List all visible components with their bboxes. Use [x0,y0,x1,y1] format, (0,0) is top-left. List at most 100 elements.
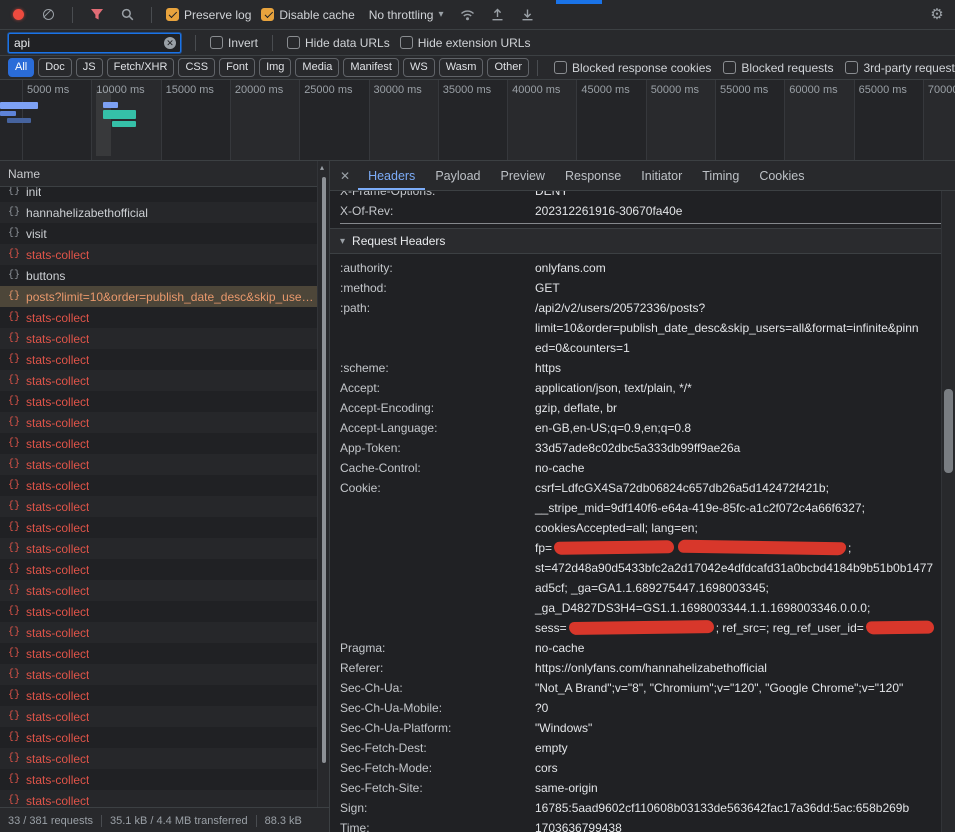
request-row[interactable]: {}stats-collect [0,496,329,517]
request-row[interactable]: {}stats-collect [0,769,329,790]
request-row[interactable]: {}stats-collect [0,517,329,538]
filter-toggle-button[interactable] [87,5,107,25]
request-row[interactable]: {} stats-collect [0,433,329,454]
tab-payload[interactable]: Payload [425,161,490,190]
filter-type-all[interactable]: All [8,58,34,77]
request-row[interactable]: {}stats-collect [0,412,329,433]
request-row[interactable]: {}stats-collect [0,538,329,559]
header-value-line: 1703636799438 [535,818,955,832]
filter-type-manifest[interactable]: Manifest [343,58,399,77]
header-value-text: _ga_D4827DS3H4=GS1.1.1698003344.1.1.1698… [535,601,870,615]
header-value: same-origin [535,778,955,798]
request-headers-section-header[interactable]: ▾ Request Headers [330,228,955,254]
timeline-label: 20000 ms [235,84,283,96]
request-row[interactable]: {}stats-collect [0,580,329,601]
json-file-icon: {} [8,354,20,365]
request-row[interactable]: {}stats-collect [0,790,329,807]
request-row[interactable]: {}posts?limit=10&order=publish_date_desc… [0,286,329,307]
tab-initiator[interactable]: Initiator [631,161,692,190]
request-row[interactable]: {}buttons [0,265,329,286]
tab-preview[interactable]: Preview [491,161,555,190]
filter-type-img[interactable]: Img [259,58,291,77]
clear-network-log-button[interactable] [38,5,58,25]
header-value-text: fp= [535,541,552,555]
record-button[interactable] [8,5,28,25]
filter-type-media[interactable]: Media [295,58,339,77]
preserve-log-label: Preserve log [184,8,251,22]
filter-type-fetch-xhr[interactable]: Fetch/XHR [107,58,175,77]
gear-icon: ⚙ [930,7,943,22]
request-row[interactable]: {}stats-collect [0,601,329,622]
request-row[interactable]: {}stats-collect [0,748,329,769]
request-row[interactable]: {}init [0,187,329,202]
request-row[interactable]: {}stats-collect [0,664,329,685]
filter-type-font[interactable]: Font [219,58,255,77]
checkbox-3rd-party-requests[interactable]: 3rd-party requests [845,61,955,75]
request-row[interactable]: {}hannahelizabethofficial [0,202,329,223]
tab-timing[interactable]: Timing [692,161,749,190]
detail-tab-bar: ✕ HeadersPayloadPreviewResponseInitiator… [330,161,955,191]
filter-input[interactable] [8,33,181,53]
header-value: no-cache [535,638,955,658]
timeline-gridline: 60000 ms [784,80,854,160]
request-row[interactable]: {}stats-collect [0,643,329,664]
request-row[interactable]: {}stats-collect [0,454,329,475]
tab-response[interactable]: Response [555,161,631,190]
preserve-log-checkbox[interactable]: Preserve log [166,8,251,22]
filter-type-ws[interactable]: WS [403,58,435,77]
request-row[interactable]: {}stats-collect [0,244,329,265]
timeline-gridline: 20000 ms [230,80,300,160]
request-row[interactable]: {}stats-collect [0,391,329,412]
request-row[interactable]: {}stats-collect [0,559,329,580]
checkbox-blocked-response-cookies[interactable]: Blocked response cookies [554,61,711,75]
request-row[interactable]: {}stats-collect [0,706,329,727]
request-row[interactable]: {}stats-collect [0,307,329,328]
request-row[interactable]: {}visit [0,223,329,244]
name-column-header[interactable]: Name [0,161,329,187]
disable-cache-checkbox[interactable]: Disable cache [261,8,354,22]
throttling-select[interactable]: No throttling ▾ [365,6,448,24]
hide-extension-urls-checkbox[interactable]: Hide extension URLs [400,36,531,50]
scrollbar-thumb[interactable] [944,389,953,473]
invert-checkbox[interactable]: Invert [210,36,258,50]
scroll-up-icon[interactable]: ▴ [320,163,324,172]
detail-scrollbar[interactable] [941,191,955,832]
json-file-icon: {} [8,438,20,449]
import-har-button[interactable] [487,5,507,25]
checkbox-label: Blocked requests [741,61,833,75]
scrollbar-thumb[interactable] [322,177,326,763]
hide-data-urls-checkbox[interactable]: Hide data URLs [287,36,390,50]
request-row[interactable]: {}stats-collect [0,328,329,349]
header-name: Sec-Fetch-Dest: [340,738,535,758]
request-row[interactable]: {}stats-collect [0,370,329,391]
request-row[interactable]: {}stats-collect [0,349,329,370]
waterfall-bar [103,102,118,108]
request-row[interactable]: {}stats-collect [0,622,329,643]
hide-extension-urls-label: Hide extension URLs [418,36,531,50]
header-value-line: same-origin [535,778,955,798]
search-button[interactable] [117,5,137,25]
filter-type-wasm[interactable]: Wasm [439,58,484,77]
export-har-button[interactable] [517,5,537,25]
request-row[interactable]: {}stats-collect [0,685,329,706]
request-row[interactable]: {}stats-collect [0,475,329,496]
close-icon[interactable]: ✕ [340,169,350,183]
filter-type-css[interactable]: CSS [178,58,215,77]
checkbox-blocked-requests[interactable]: Blocked requests [723,61,833,75]
filter-type-doc[interactable]: Doc [38,58,72,77]
request-name: stats-collect [26,437,89,451]
request-name: stats-collect [26,563,89,577]
clear-filter-icon[interactable]: ✕ [164,37,176,49]
timeline-overview[interactable]: 5000 ms10000 ms15000 ms20000 ms25000 ms3… [0,80,955,161]
checkbox-unchecked-icon [845,61,858,74]
settings-gear-button[interactable]: ⚙ [927,5,947,25]
filter-type-other[interactable]: Other [487,58,529,77]
filter-type-js[interactable]: JS [76,58,103,77]
network-conditions-button[interactable] [457,5,477,25]
timeline-gridline: 15000 ms [161,80,231,160]
request-row[interactable]: {}stats-collect [0,727,329,748]
tab-headers[interactable]: Headers [358,161,425,190]
request-list-scrollbar[interactable]: ▴ [317,161,329,807]
json-file-icon: {} [8,753,20,764]
tab-cookies[interactable]: Cookies [749,161,814,190]
